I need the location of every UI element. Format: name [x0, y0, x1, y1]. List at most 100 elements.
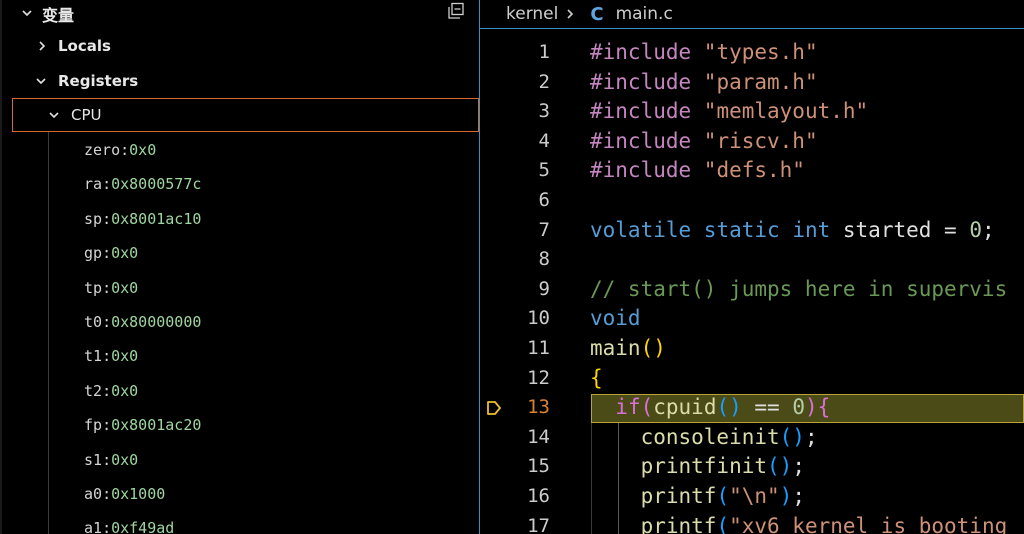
- code-token: consoleinit: [640, 424, 780, 449]
- line-number[interactable]: 5: [480, 155, 550, 185]
- register-value: 0x0: [129, 141, 157, 159]
- code-token: ;: [982, 217, 995, 242]
- line-number[interactable]: 2: [480, 67, 550, 97]
- register-row[interactable]: tp: 0x0: [84, 271, 138, 305]
- code-token: "defs.h": [703, 158, 805, 183]
- code-token: (: [716, 513, 730, 534]
- code-token: started: [842, 217, 945, 242]
- register-row[interactable]: t0: 0x80000000: [84, 305, 201, 339]
- chevron-down-icon: [47, 108, 61, 122]
- code-token: ): [805, 395, 818, 420]
- code-line[interactable]: main(): [590, 333, 666, 363]
- register-row[interactable]: sp: 0x8001ac10: [84, 202, 201, 236]
- code-token: static: [703, 217, 793, 242]
- line-number[interactable]: 8: [480, 244, 550, 274]
- code-token: (: [716, 484, 730, 508]
- variables-header[interactable]: 变量: [0, 0, 479, 26]
- line-number[interactable]: 9: [480, 274, 550, 304]
- code-line[interactable]: volatile static int started = 0;: [590, 215, 995, 245]
- register-colon: :: [102, 381, 112, 400]
- code-line[interactable]: {: [590, 363, 603, 393]
- register-row[interactable]: fp: 0x8001ac20: [84, 408, 201, 442]
- code-line[interactable]: #include "riscv.h": [590, 126, 818, 156]
- code-line[interactable]: void: [590, 303, 641, 333]
- code-line[interactable]: printf("xv6 kernel is booting: [590, 511, 1008, 534]
- register-colon: :: [102, 347, 112, 366]
- code-token: printf: [640, 484, 717, 508]
- line-number[interactable]: 6: [480, 185, 550, 215]
- code-token: printf: [640, 513, 717, 534]
- register-row[interactable]: a1: 0xf49ad: [84, 511, 174, 534]
- line-number[interactable]: 16: [480, 481, 550, 511]
- code-token: #include: [590, 158, 704, 183]
- breadcrumb-file[interactable]: main.c: [616, 4, 673, 24]
- cpu-row[interactable]: CPU: [12, 98, 479, 132]
- register-row[interactable]: zero: 0x0: [84, 133, 156, 167]
- register-name: zero: [84, 141, 121, 159]
- line-number[interactable]: 11: [480, 333, 550, 363]
- code-line[interactable]: printf("\n");: [590, 481, 805, 511]
- register-row[interactable]: ra: 0x8000577c: [84, 167, 201, 201]
- code-token: =: [944, 217, 970, 242]
- collapse-all-icon[interactable]: [447, 2, 465, 20]
- line-number[interactable]: 10: [480, 303, 550, 333]
- register-row[interactable]: t2: 0x0: [84, 374, 138, 408]
- code-line[interactable]: #include "memlayout.h": [590, 96, 868, 126]
- register-colon: :: [102, 485, 112, 503]
- register-name: fp: [84, 416, 103, 435]
- code-line[interactable]: #include "types.h": [590, 37, 818, 67]
- register-value: 0x0: [111, 347, 139, 366]
- locals-label: Locals: [58, 37, 111, 55]
- line-number[interactable]: 4: [480, 126, 550, 156]
- registers-row[interactable]: Registers: [0, 64, 479, 98]
- line-number[interactable]: 15: [480, 451, 550, 481]
- breadcrumb: kernel C main.c: [480, 0, 1024, 28]
- code-token: "types.h": [703, 40, 818, 64]
- chevron-down-icon[interactable]: [20, 6, 34, 20]
- line-number[interactable]: 17: [480, 511, 550, 534]
- register-value: 0x0: [111, 381, 139, 400]
- register-name: a1: [84, 519, 103, 534]
- code-token: "param.h": [703, 69, 818, 94]
- register-row[interactable]: a0: 0x1000: [84, 477, 165, 511]
- code-token: int: [792, 217, 843, 242]
- register-colon: :: [102, 519, 112, 534]
- line-number[interactable]: 7: [480, 215, 550, 245]
- code-token: (): [767, 454, 793, 479]
- register-colon: :: [120, 141, 130, 159]
- code-token: ;: [792, 484, 805, 508]
- code-line[interactable]: printfinit();: [590, 451, 805, 481]
- chevron-right-icon: [35, 39, 49, 53]
- register-name: gp: [84, 244, 103, 263]
- register-colon: :: [102, 175, 112, 194]
- code-editor[interactable]: kernel C main.c 1 #include "types.h" 2 #inc…: [480, 0, 1024, 534]
- locals-row[interactable]: Locals: [0, 29, 479, 63]
- code-token: (): [640, 336, 666, 360]
- line-number[interactable]: 3: [480, 96, 550, 126]
- code-token: void: [590, 306, 641, 331]
- register-row[interactable]: gp: 0x0: [84, 236, 138, 270]
- register-name: s1: [84, 450, 103, 469]
- code-line[interactable]: consoleinit();: [590, 422, 818, 452]
- code-token: #include: [590, 40, 704, 64]
- code-line[interactable]: #include "param.h": [590, 67, 818, 97]
- line-number[interactable]: 14: [480, 422, 550, 452]
- register-colon: :: [102, 450, 112, 469]
- chevron-down-icon: [34, 74, 48, 88]
- line-number[interactable]: 1: [480, 37, 550, 67]
- register-value: 0x0: [111, 278, 139, 297]
- code-line[interactable]: #include "defs.h": [590, 155, 805, 185]
- breadcrumb-folder[interactable]: kernel: [506, 4, 558, 24]
- line-number[interactable]: 12: [480, 363, 550, 393]
- code-line[interactable]: if(cpuid() == 0){: [590, 392, 830, 422]
- line-number[interactable]: 13: [480, 392, 550, 422]
- code-line[interactable]: // start() jumps here in supervis: [590, 274, 1007, 304]
- register-value: 0x8001ac10: [111, 209, 202, 228]
- register-row[interactable]: t1: 0x0: [84, 339, 138, 373]
- register-row[interactable]: s1: 0x0: [84, 443, 138, 477]
- register-colon: :: [102, 416, 112, 435]
- tree-indent-guide: [48, 132, 49, 534]
